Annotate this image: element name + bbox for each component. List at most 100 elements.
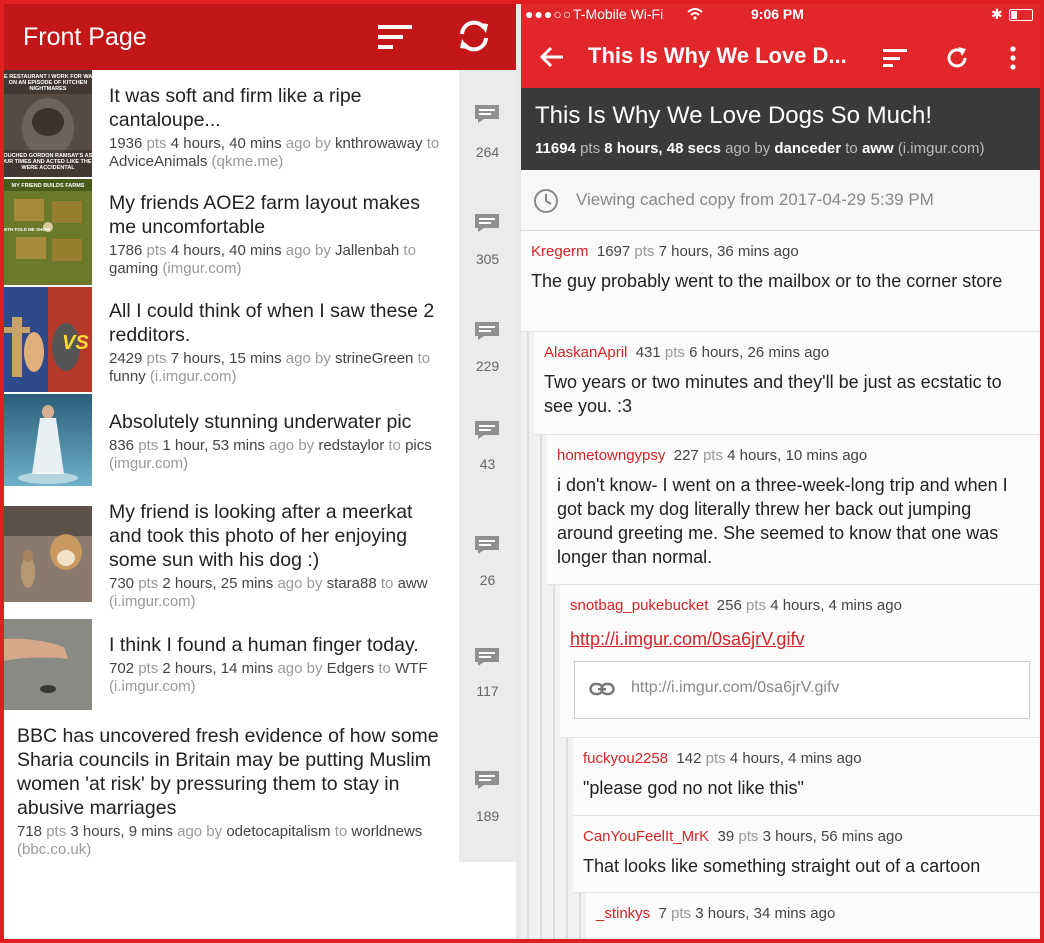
link-preview-url: http://i.imgur.com/0sa6jrV.gifv — [631, 679, 840, 696]
refresh-icon[interactable] — [944, 45, 970, 71]
post-header: This Is Why We Love Dogs So Much! 11694 … — [521, 88, 1040, 170]
thread-line — [566, 738, 568, 939]
comments-button[interactable]: 117 — [459, 619, 516, 712]
carrier-label: T-Mobile Wi-Fi — [573, 6, 664, 22]
thread-line — [579, 893, 581, 939]
thread-line — [540, 435, 542, 939]
comments-button[interactable]: 189 — [459, 712, 516, 862]
comments-button[interactable]: 229 — [459, 287, 516, 394]
post-thumbnail[interactable] — [4, 619, 92, 710]
comment-icon — [475, 771, 499, 789]
comment-author[interactable]: hometowngypsy — [557, 447, 665, 464]
post-item[interactable]: Absolutely stunning underwater pic 836 p… — [4, 394, 516, 490]
comment-author[interactable]: _stinkys — [596, 905, 650, 922]
post-thumbnail[interactable]: VS — [4, 287, 92, 392]
post-title[interactable]: BBC has uncovered fresh evidence of how … — [17, 724, 448, 820]
signal-icon: ●●●○○ — [525, 6, 573, 22]
comments-button[interactable]: 305 — [459, 179, 516, 287]
post-thumbnail[interactable] — [4, 394, 92, 486]
post-item[interactable]: I think I found a human finger today. 70… — [4, 619, 516, 714]
comment-icon — [475, 648, 499, 666]
comment-count: 43 — [479, 456, 496, 472]
comment[interactable]: Kregerm 1697 pts 7 hours, 36 mins ago Th… — [521, 231, 1040, 332]
comments-button[interactable]: 43 — [459, 394, 516, 488]
comment-icon — [475, 536, 499, 554]
post-title[interactable]: This Is Why We Love Dogs So Much! — [535, 102, 932, 130]
post-item[interactable]: BBC has uncovered fresh evidence of how … — [4, 712, 516, 862]
post-meta: 730 pts 2 hours, 25 mins ago by stara88 … — [109, 575, 428, 610]
thumbnail-image — [4, 506, 92, 602]
comment-author[interactable]: CanYouFeelIt_MrK — [583, 828, 709, 845]
post-meta: 702 pts 2 hours, 14 mins ago by Edgers t… — [109, 660, 428, 695]
cached-text: Viewing cached copy from 2017-04-29 5:39… — [576, 190, 934, 209]
comment-author[interactable]: fuckyou2258 — [583, 750, 668, 767]
comments-button[interactable]: 264 — [459, 70, 516, 179]
comment-count: 305 — [475, 251, 500, 267]
comment[interactable]: hometowngypsy 227 pts 4 hours, 10 mins a… — [547, 435, 1040, 585]
post-item[interactable]: My friend is looking after a meerkat and… — [4, 488, 516, 621]
comment[interactable]: CanYouFeelIt_MrK 39 pts 3 hours, 56 mins… — [573, 816, 1040, 893]
post-title[interactable]: All I could think of when I saw these 2 … — [109, 299, 448, 347]
post-thumbnail[interactable]: HE RESTAURANT I WORK FOR WAS ON AN EPISO… — [4, 70, 96, 177]
comment-author[interactable]: Kregerm — [531, 243, 589, 260]
post-title[interactable]: Absolutely stunning underwater pic — [109, 410, 448, 434]
thumbnail-image — [4, 394, 92, 486]
comment[interactable]: _stinkys 7 pts 3 hours, 34 mins ago — [586, 893, 1040, 939]
svg-text:WITH FOLD ME SHOW: WITH FOLD ME SHOW — [4, 227, 51, 232]
page-title: This Is Why We Love D... — [588, 43, 847, 68]
comment-icon — [475, 105, 499, 123]
comment-count: 26 — [479, 572, 496, 588]
sort-icon[interactable] — [376, 22, 414, 52]
comment-meta: fuckyou2258 142 pts 4 hours, 4 mins ago — [583, 750, 862, 767]
refresh-icon[interactable] — [456, 18, 492, 54]
comment-body: Two years or two minutes and they'll be … — [544, 372, 1002, 416]
post-meta: 836 pts 1 hour, 53 mins ago by redstaylo… — [109, 437, 432, 472]
comment-count: 117 — [476, 683, 499, 699]
comment-link[interactable]: http://i.imgur.com/0sa6jrV.gifv — [570, 629, 804, 649]
comment-meta: snotbag_pukebucket 256 pts 4 hours, 4 mi… — [570, 597, 902, 614]
post-title[interactable]: My friend is looking after a meerkat and… — [109, 500, 448, 572]
post-item[interactable]: MY FRIEND BUILDS FARMS WITH FOLD ME SHOW… — [4, 179, 516, 289]
post-thumbnail[interactable]: MY FRIEND BUILDS FARMS WITH FOLD ME SHOW — [4, 179, 92, 285]
front-page-screen: Front Page HE RESTAURANT I WORK FOR WAS … — [4, 4, 516, 939]
status-bar: ●●●○○ T-Mobile Wi-Fi 9:06 PM ✱ — [521, 4, 1040, 26]
thumbnail-image: MY FRIEND BUILDS FARMS WITH FOLD ME SHOW — [4, 179, 92, 285]
comment[interactable]: snotbag_pukebucket 256 pts 4 hours, 4 mi… — [560, 585, 1040, 738]
comment-meta: AlaskanApril 431 pts 6 hours, 26 mins ag… — [544, 344, 830, 361]
comment-author[interactable]: snotbag_pukebucket — [570, 597, 708, 614]
comment-meta: _stinkys 7 pts 3 hours, 34 mins ago — [596, 905, 836, 922]
back-arrow-icon[interactable] — [539, 45, 565, 69]
comment-body: http://i.imgur.com/0sa6jrV.gifv — [570, 627, 1032, 651]
sort-icon[interactable] — [881, 47, 909, 69]
battery-icon — [1009, 9, 1033, 21]
overflow-menu-icon[interactable] — [1009, 45, 1017, 71]
comment-body: i don't know- I went on a three-week-lon… — [557, 475, 1008, 567]
post-item[interactable]: HE RESTAURANT I WORK FOR WAS ON AN EPISO… — [4, 70, 516, 181]
wifi-icon — [687, 8, 703, 20]
link-preview[interactable]: http://i.imgur.com/0sa6jrV.gifv — [574, 661, 1030, 719]
comment[interactable]: AlaskanApril 431 pts 6 hours, 26 mins ag… — [534, 332, 1040, 435]
comment-body: "please god no not like this" — [583, 778, 804, 798]
app-bar: This Is Why We Love D... — [521, 26, 1040, 88]
post-title[interactable]: My friends AOE2 farm layout makes me unc… — [109, 191, 448, 239]
post-title[interactable]: I think I found a human finger today. — [109, 633, 448, 657]
comments-button[interactable]: 26 — [459, 488, 516, 619]
comment-count: 264 — [475, 144, 500, 160]
cached-notice: Viewing cached copy from 2017-04-29 5:39… — [521, 170, 1040, 231]
comment-meta: hometowngypsy 227 pts 4 hours, 10 mins a… — [557, 447, 868, 464]
thread-line — [527, 332, 529, 939]
page-title: Front Page — [23, 22, 147, 51]
post-title[interactable]: It was soft and firm like a ripe cantalo… — [109, 84, 448, 132]
post-thumbnail[interactable] — [4, 506, 92, 635]
post-meta: 718 pts 3 hours, 9 mins ago by odetocapi… — [17, 823, 423, 858]
comment-icon — [475, 421, 499, 439]
comment[interactable]: fuckyou2258 142 pts 4 hours, 4 mins ago … — [573, 738, 1040, 816]
bluetooth-icon: ✱ — [991, 6, 1003, 22]
post-meta: 1936 pts 4 hours, 40 mins ago by knthrow… — [109, 135, 440, 170]
post-item[interactable]: VS All I could think of when I saw these… — [4, 287, 516, 396]
comment-icon — [475, 322, 499, 340]
comment-meta: Kregerm 1697 pts 7 hours, 36 mins ago — [531, 243, 799, 260]
link-icon — [589, 682, 615, 696]
post-meta: 1786 pts 4 hours, 40 mins ago by Jallenb… — [109, 242, 416, 277]
comment-author[interactable]: AlaskanApril — [544, 344, 627, 361]
